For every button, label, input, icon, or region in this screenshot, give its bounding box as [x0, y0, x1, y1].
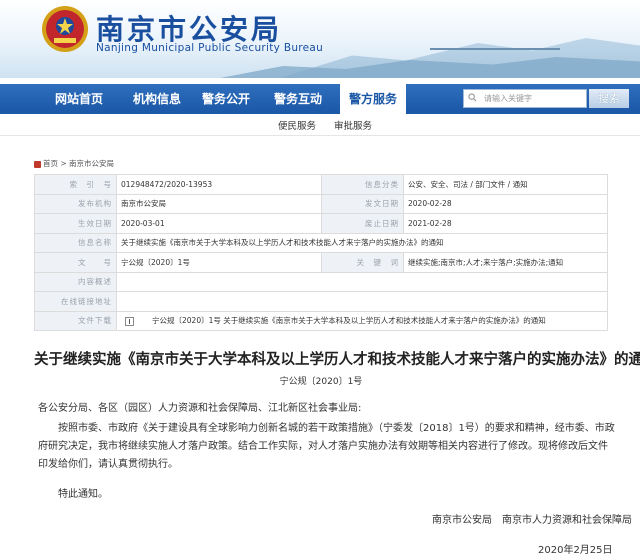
document-info-table: 索 引 号 012948472/2020-13953 信息分类 公安、安全、司法… [34, 174, 608, 331]
info-name-label: 信息名称 [34, 232, 117, 253]
header-banner: 南京市公安局 Nanjing Municipal Public Security… [0, 0, 640, 78]
issue-date-label: 发文日期 [321, 193, 404, 214]
summary-label: 内容概述 [34, 271, 117, 292]
nav-police-service[interactable]: 警方服务 [340, 80, 406, 114]
home-icon [34, 160, 41, 168]
article-date: 2020年2月25日 [538, 545, 613, 556]
site-subtitle: Nanjing Municipal Public Security Bureau [96, 42, 324, 54]
article-closing: 特此通知。 [58, 489, 108, 500]
nav-org-info[interactable]: 机构信息 [122, 84, 192, 114]
search-button[interactable]: 搜索 [589, 89, 629, 108]
index-label: 索 引 号 [34, 174, 117, 195]
summary-value [116, 271, 608, 292]
nav-home[interactable]: 网站首页 [48, 84, 110, 114]
keywords-value: 继续实施;南京市;人才;来宁落户;实施办法;通知 [403, 252, 608, 273]
nav-interaction[interactable]: 警务互动 [262, 84, 334, 114]
police-emblem-icon [42, 6, 88, 52]
subnav-approval-service[interactable]: 审批服务 [334, 118, 372, 132]
org-label: 发布机构 [34, 193, 117, 214]
signature-hr: 南京市人力资源和社会保障局 [502, 515, 632, 526]
download-label: 文件下载 [34, 310, 117, 331]
keywords-label: 关 键 词 [321, 252, 404, 273]
sub-nav: 便民服务 审批服务 [0, 114, 640, 136]
breadcrumb: 首页 > 南京市公安局 [34, 158, 114, 169]
doc-number-value: 宁公规〔2020〕1号 [116, 252, 322, 273]
search-icon [468, 93, 477, 102]
index-value: 012948472/2020-13953 [116, 174, 322, 195]
info-name-value: 关于继续实施《南京市关于大学本科及以上学历人才和技术技能人才来宁落户的实施办法》… [116, 232, 608, 253]
expire-date-value: 2021-02-28 [403, 213, 608, 234]
download-icon[interactable] [125, 316, 134, 326]
effective-date-label: 生效日期 [34, 213, 117, 234]
nav-police-disclosure[interactable]: 警务公开 [193, 84, 259, 114]
expire-date-label: 废止日期 [321, 213, 404, 234]
doc-number-label: 文 号 [34, 252, 117, 273]
online-link-value[interactable] [116, 291, 608, 312]
article-body: 按照市委、市政府《关于建设具有全球影响力创新名城的若干政策措施》（宁委发〔201… [38, 423, 615, 470]
org-value: 南京市公安局 [116, 193, 322, 214]
category-label: 信息分类 [321, 174, 404, 195]
online-link-label: 在线链接地址 [34, 291, 117, 312]
download-cell: 宁公规〔2020〕1号 关于继续实施《南京市关于大学本科及以上学历人才和技术技能… [116, 310, 608, 331]
download-link[interactable]: 宁公规〔2020〕1号 关于继续实施《南京市关于大学本科及以上学历人才和技术技能… [152, 316, 546, 325]
article-title: 关于继续实施《南京市关于大学本科及以上学历人才和技术技能人才来宁落户的实施办法》… [34, 351, 640, 368]
article-doc-number: 宁公规〔2020〕1号 [279, 377, 363, 387]
issue-date-value: 2020-02-28 [403, 193, 608, 214]
main-nav: 网站首页 机构信息 警务公开 警务互动 警方服务 请输入关键字 搜索 [0, 80, 640, 114]
effective-date-value: 2020-03-01 [116, 213, 322, 234]
signature-police: 南京市公安局 [432, 515, 492, 526]
subnav-convenience-service[interactable]: 便民服务 [278, 118, 316, 132]
banner-bridge [430, 48, 560, 54]
article-salutation: 各公安分局、各区（园区）人力资源和社会保障局、江北新区社会事业局: [38, 403, 362, 414]
search-input[interactable]: 请输入关键字 [463, 89, 587, 108]
category-value: 公安、安全、司法 / 部门文件 / 通知 [403, 174, 608, 195]
breadcrumb-text[interactable]: 首页 > 南京市公安局 [43, 159, 114, 168]
